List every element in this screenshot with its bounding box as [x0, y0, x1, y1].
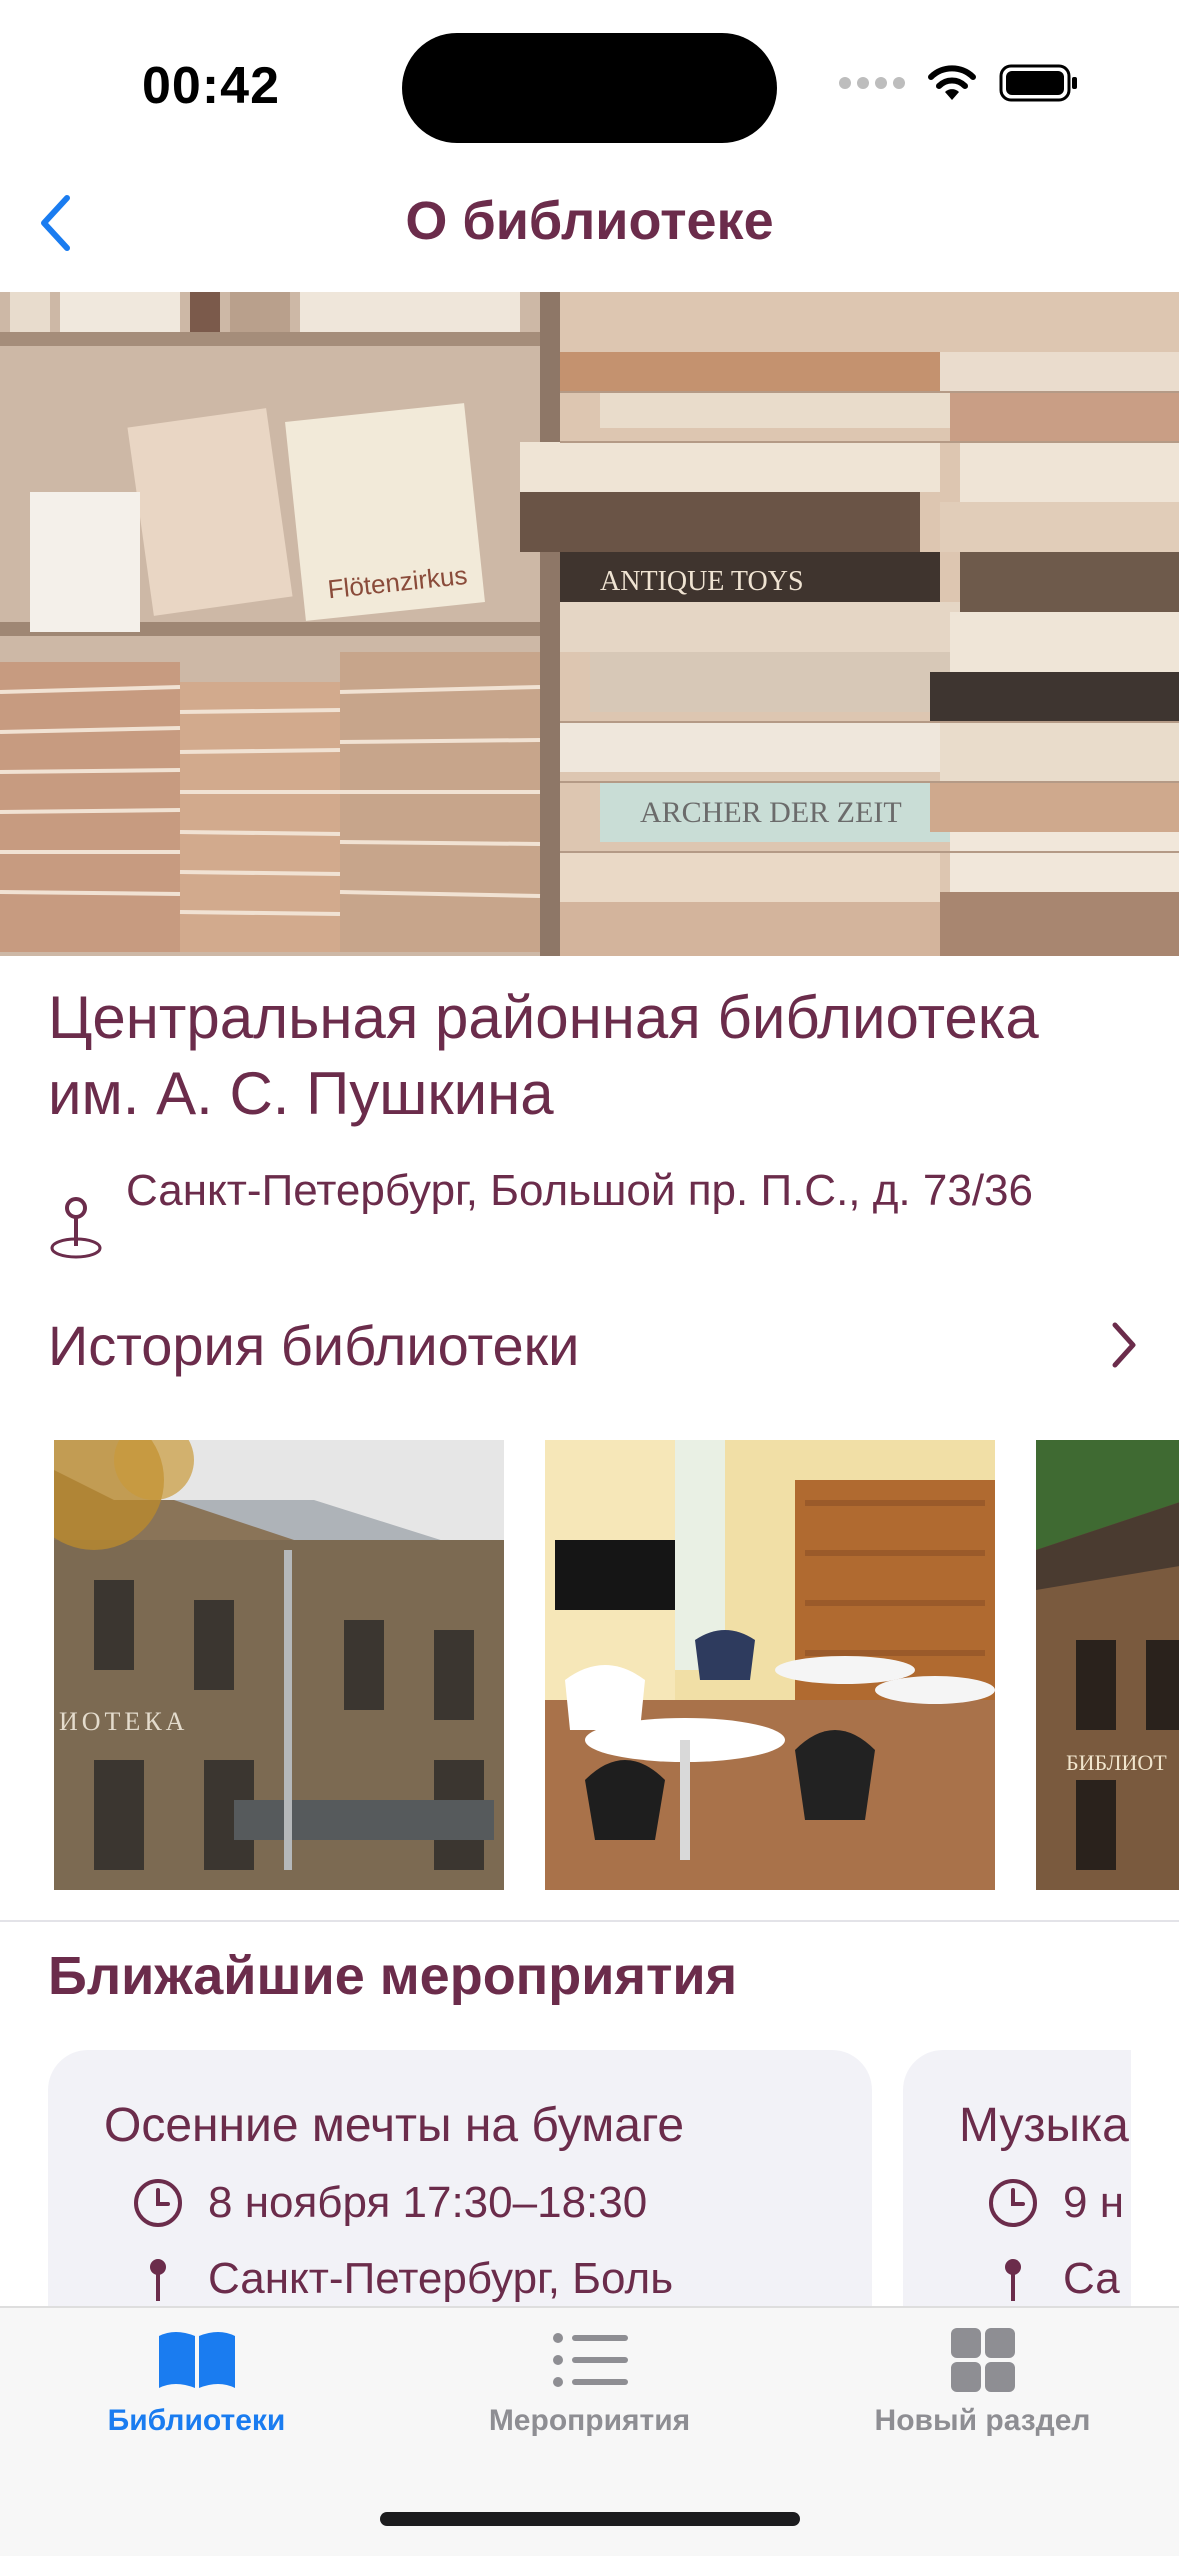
photo-reading-room[interactable]	[545, 1440, 995, 1890]
photo-library-facade[interactable]: БИБЛИОТ	[1036, 1440, 1179, 1890]
library-hero-image: Flötenzirkus ANTIQUE TOYS ARCHER DER ZEI…	[0, 292, 1179, 956]
navigation-bar: О библиотеке	[0, 160, 1179, 292]
status-time: 00:42	[142, 57, 280, 115]
location-pin-icon	[50, 1197, 102, 1259]
chevron-right-icon	[1112, 1322, 1136, 1368]
list-icon	[552, 2333, 628, 2387]
tab-libraries[interactable]: Библиотеки	[0, 2326, 393, 2476]
event-datetime: 9 н	[1063, 2178, 1124, 2227]
history-photos-carousel[interactable]: ИОТЕКА БИБЛИОТ	[54, 1440, 1179, 1890]
clock-icon	[134, 2179, 182, 2227]
events-carousel[interactable]: Осенние мечты на бумаге 8 ноября 17:30–1…	[48, 2050, 1131, 2310]
location-pin-icon	[150, 2259, 166, 2301]
history-label: История библиотеки	[48, 1313, 580, 1377]
tab-label: Мероприятия	[488, 2404, 691, 2437]
tab-label: Библиотеки	[107, 2404, 286, 2437]
book-icon	[158, 2332, 235, 2388]
wifi-icon	[928, 65, 976, 100]
svg-text:ARCHER DER ZEIT: ARCHER DER ZEIT	[640, 796, 902, 829]
status-bar: 00:42	[0, 0, 1179, 160]
photo-library-building[interactable]: ИОТЕКА	[54, 1440, 504, 1890]
svg-text:ANTIQUE TOYS: ANTIQUE TOYS	[600, 566, 804, 597]
tab-new-section[interactable]: Новый раздел	[786, 2326, 1179, 2476]
status-icons	[839, 64, 1079, 102]
location-pin-icon	[1005, 2259, 1021, 2301]
library-name: Центральная районная библиотека им. А. С…	[48, 984, 1039, 1127]
events-section-title: Ближайшие мероприятия	[48, 1946, 738, 2006]
event-location-row: Са	[987, 2253, 1131, 2305]
event-card[interactable]: Осенние мечты на бумаге 8 ноября 17:30–1…	[48, 2050, 872, 2310]
event-title: Осенние мечты на бумаге	[104, 2099, 685, 2152]
battery-icon	[999, 64, 1077, 102]
page-title: О библиотеке	[405, 191, 774, 251]
cellular-signal-icon	[839, 77, 905, 89]
home-indicator[interactable]	[380, 2512, 800, 2526]
event-location-row: Санкт-Петербург, Боль	[132, 2253, 872, 2305]
tab-events[interactable]: Мероприятия	[393, 2326, 786, 2476]
event-title: Музыка	[959, 2099, 1129, 2152]
address-row: Санкт-Петербург, Большой пр. П.С., д. 73…	[48, 1165, 1138, 1262]
section-divider	[0, 1920, 1179, 1922]
clock-icon	[989, 2179, 1037, 2227]
event-location: Санкт-Петербург, Боль	[208, 2254, 674, 2303]
svg-text:БИБЛИОТ: БИБЛИОТ	[1066, 1750, 1167, 1775]
event-datetime-row: 8 ноября 17:30–18:30	[132, 2177, 872, 2229]
tab-label: Новый раздел	[874, 2404, 1091, 2437]
library-address: Санкт-Петербург, Большой пр. П.С., д. 73…	[126, 1166, 1033, 1215]
event-datetime: 8 ноября 17:30–18:30	[208, 2178, 648, 2227]
history-link[interactable]: История библиотеки	[48, 1300, 1138, 1390]
grid-icon	[950, 2328, 1015, 2392]
event-datetime-row: 9 н	[987, 2177, 1131, 2229]
svg-text:ИОТЕКА: ИОТЕКА	[59, 1707, 188, 1736]
event-card[interactable]: Музыка 9 н Са	[903, 2050, 1131, 2310]
event-location: Са	[1063, 2254, 1120, 2303]
dynamic-island	[402, 33, 777, 143]
